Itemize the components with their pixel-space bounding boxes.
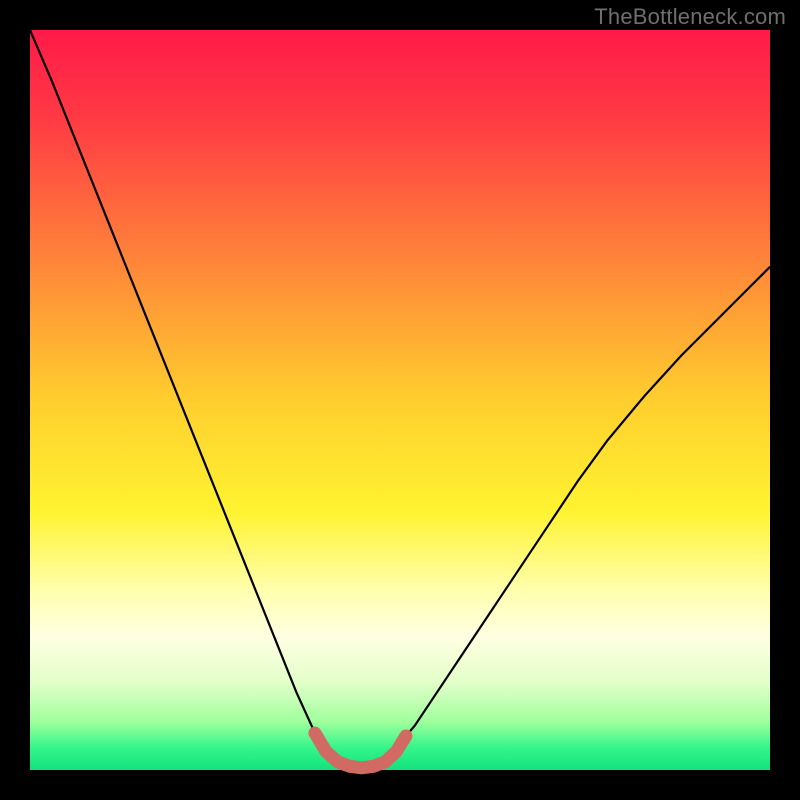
chart-stage: TheBottleneck.com (0, 0, 800, 800)
bottleneck-curve-chart (0, 0, 800, 800)
plot-background (30, 30, 770, 770)
watermark-text: TheBottleneck.com (594, 4, 786, 30)
